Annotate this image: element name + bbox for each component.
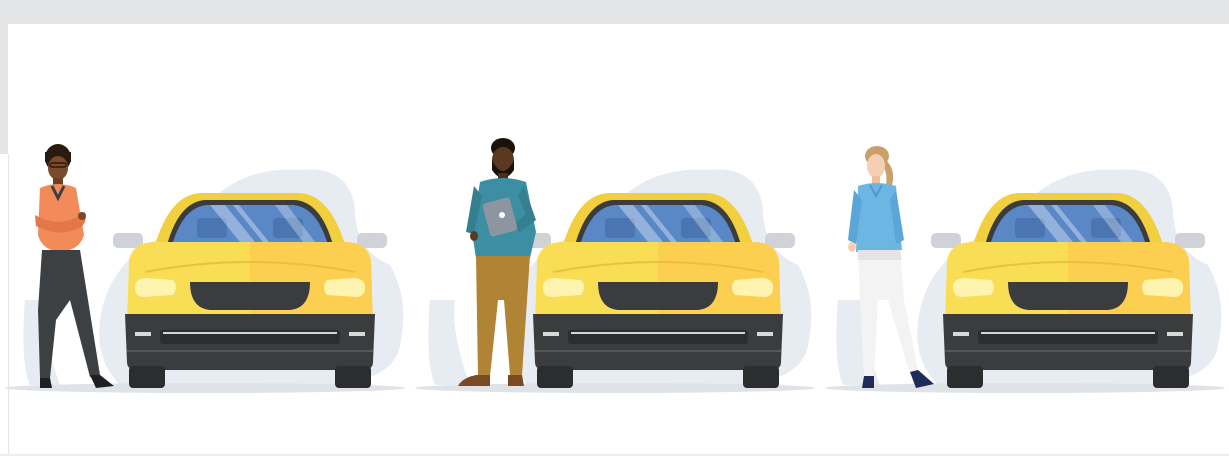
scene-group-2 [415,138,815,393]
scene-svg [5,138,1225,393]
background-blob-left [428,300,470,385]
illustration [0,0,1229,462]
scene-group-1 [5,144,405,393]
scene-group-3 [825,146,1225,393]
